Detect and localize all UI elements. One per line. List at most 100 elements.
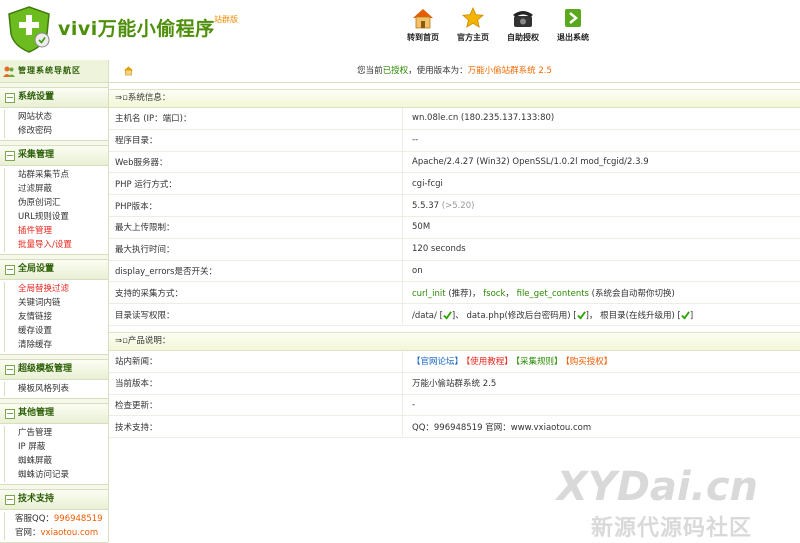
row-value: 5.5.37 (>5.20) <box>403 195 800 217</box>
support-qq-label: 客服QQ： <box>15 514 54 524</box>
support-qq: 客服QQ：996948519 <box>4 512 108 526</box>
method-fgc: file_get_contents <box>517 289 589 299</box>
collapse-icon <box>5 151 15 161</box>
method-curl: curl_init <box>412 289 446 299</box>
collapse-icon <box>5 93 15 103</box>
sidebar-item-url-rules[interactable]: URL规则设置 <box>4 210 108 224</box>
check-icon <box>443 311 452 320</box>
nav-auth-button[interactable]: 自助授权 <box>496 2 550 58</box>
nav-exit-button[interactable]: 退出系统 <box>546 2 600 58</box>
group-label: 其他管理 <box>18 408 54 418</box>
nav-home-button[interactable]: 转到首页 <box>396 2 450 58</box>
row-value: QQ：996948519 官网：www.vxiaotou.com <box>403 416 800 438</box>
sidebar-group-templates-items: 模板风格列表 <box>0 380 108 399</box>
row-key: 目录读写权限： <box>109 304 403 326</box>
row-value: 万能小偷站群系统 2.5 <box>403 372 800 394</box>
link-buy[interactable]: 【购买授权】 <box>566 357 613 367</box>
sidebar-item-pseudo-words[interactable]: 伪原创词汇 <box>4 196 108 210</box>
sidebar-group-global[interactable]: 全局设置 <box>0 259 108 280</box>
app-title: vivi万能小偷程序 <box>58 14 215 41</box>
sidebar-item-keyword-links[interactable]: 关键词内链 <box>4 296 108 310</box>
row-key: display_errors是否开关： <box>109 260 403 282</box>
app-subtitle: 站群版 <box>214 14 238 25</box>
table-row: PHP 运行方式：cgi-fcgi <box>109 173 800 195</box>
link-forum[interactable]: 【官网论坛】 <box>412 357 463 367</box>
table-row: 目录读写权限： /data/ []、 data.php(修改后台密码用) []，… <box>109 304 800 326</box>
exit-icon <box>561 6 585 30</box>
table-row: 当前版本：万能小偷站群系统 2.5 <box>109 372 800 394</box>
sidebar-group-other[interactable]: 其他管理 <box>0 403 108 424</box>
row-key: PHP版本： <box>109 195 403 217</box>
row-key: 最大上传限制： <box>109 216 403 238</box>
support-site: 官网：vxiaotou.com <box>4 526 108 540</box>
status-version: 万能小偷站群系统 2.5 <box>468 66 552 76</box>
sidebar: 管理系统导航区 系统设置 网站状态 修改密码 采集管理 站群采集节点 过滤屏蔽 … <box>0 60 109 542</box>
row-value: wn.08le.cn (180.235.137.133:80) <box>403 108 800 129</box>
collapse-icon <box>5 409 15 419</box>
link-rules[interactable]: 【采集规则】 <box>516 357 563 367</box>
perm-data-php: data.php(修改后台密码用) <box>466 311 570 321</box>
header: vivi万能小偷程序 站群版 转到首页 官方主页 自助授权 <box>0 0 800 61</box>
sidebar-item-ads[interactable]: 广告管理 <box>4 426 108 440</box>
sidebar-item-filter[interactable]: 过滤屏蔽 <box>4 182 108 196</box>
row-key: 技术支持： <box>109 416 403 438</box>
home-small-icon <box>123 65 134 76</box>
sidebar-item-change-password[interactable]: 修改密码 <box>4 124 108 138</box>
main-content: 您当前已授权，使用版本为：万能小偷站群系统 2.5 ⇒▫系统信息： 主机名 (I… <box>109 60 800 542</box>
sidebar-item-global-replace[interactable]: 全局替换过滤 <box>4 282 108 296</box>
support-site-link[interactable]: vxiaotou.com <box>41 528 99 538</box>
group-label: 技术支持 <box>18 494 54 504</box>
nav-home-label: 转到首页 <box>396 32 450 43</box>
method-note: (系统会自动帮你切换) <box>592 289 675 299</box>
table-row: 最大上传限制：50M <box>109 216 800 238</box>
sidebar-group-system[interactable]: 系统设置 <box>0 87 108 108</box>
sidebar-item-spider-log[interactable]: 蜘蛛访问记录 <box>4 468 108 482</box>
row-value: 【官网论坛】【使用教程】【采集规则】【购买授权】 <box>403 351 800 372</box>
row-value: 120 seconds <box>403 238 800 260</box>
sidebar-group-templates[interactable]: 超级模板管理 <box>0 359 108 380</box>
support-qq-value: 996948519 <box>54 514 103 524</box>
link-tutorial[interactable]: 【使用教程】 <box>466 357 513 367</box>
nav-official-button[interactable]: 官方主页 <box>446 2 500 58</box>
check-icon <box>577 311 586 320</box>
collapse-icon <box>5 365 15 375</box>
row-value: /data/ []、 data.php(修改后台密码用) []， 根目录(在线升… <box>403 304 800 326</box>
sidebar-item-clear-cache[interactable]: 清除缓存 <box>4 338 108 352</box>
sidebar-item-plugins[interactable]: 插件管理 <box>4 224 108 238</box>
sidebar-item-site-status[interactable]: 网站状态 <box>4 110 108 124</box>
row-key: 检查更新： <box>109 394 403 416</box>
sidebar-item-cache-settings[interactable]: 缓存设置 <box>4 324 108 338</box>
status-auth: 已授权 <box>383 66 409 76</box>
sidebar-item-ip-block[interactable]: IP 屏蔽 <box>4 440 108 454</box>
php-version-hint: (>5.20) <box>442 201 475 211</box>
group-label: 系统设置 <box>18 92 54 102</box>
sidebar-group-support[interactable]: 技术支持 <box>0 489 108 510</box>
sidebar-group-collect[interactable]: 采集管理 <box>0 145 108 166</box>
group-label: 全局设置 <box>18 264 54 274</box>
table-row: 技术支持：QQ：996948519 官网：www.vxiaotou.com <box>109 416 800 438</box>
phone-icon <box>511 6 535 30</box>
group-label: 采集管理 <box>18 150 54 160</box>
home-icon <box>411 6 435 30</box>
sidebar-item-collect-nodes[interactable]: 站群采集节点 <box>4 168 108 182</box>
row-value: - <box>403 394 800 416</box>
product-info-heading-label: 产品说明： <box>128 336 171 346</box>
row-value: -- <box>403 129 800 151</box>
system-info-heading: ⇒▫系统信息： <box>109 89 800 108</box>
method-fsock: fsock <box>483 289 505 299</box>
sidebar-item-batch-import[interactable]: 批量导入/设置 <box>4 238 108 252</box>
sidebar-item-template-list[interactable]: 模板风格列表 <box>4 382 108 396</box>
collapse-icon <box>5 495 15 505</box>
row-key: 最大执行时间： <box>109 238 403 260</box>
group-label: 超级模板管理 <box>18 364 72 374</box>
table-row: 站内新闻： 【官网论坛】【使用教程】【采集规则】【购买授权】 <box>109 351 800 372</box>
nav-official-label: 官方主页 <box>446 32 500 43</box>
shield-plus-logo-icon <box>4 4 54 54</box>
sidebar-item-friend-links[interactable]: 友情链接 <box>4 310 108 324</box>
row-value: on <box>403 260 800 282</box>
sidebar-item-spider-block[interactable]: 蜘蛛屏蔽 <box>4 454 108 468</box>
row-value: curl_init (推荐)， fsock， file_get_contents… <box>403 282 800 304</box>
table-row: Web服务器：Apache/2.4.27 (Win32) OpenSSL/1.0… <box>109 151 800 173</box>
sidebar-title: 管理系统导航区 <box>0 60 108 83</box>
check-icon <box>681 311 690 320</box>
